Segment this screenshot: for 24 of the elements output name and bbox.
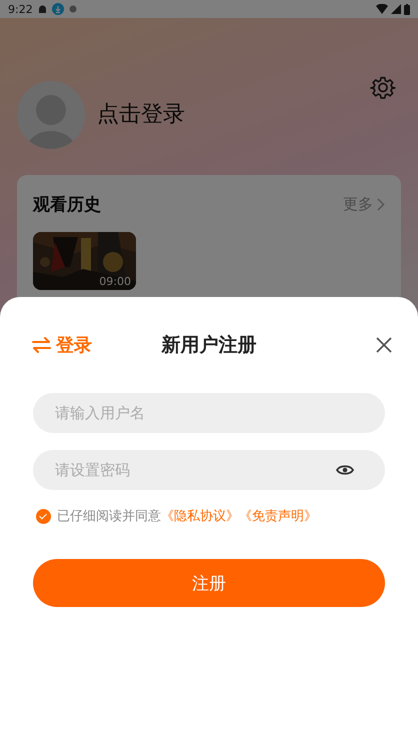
signal-icon (391, 4, 401, 14)
android-icon (38, 5, 47, 13)
login-switch-link[interactable]: 登录 (32, 333, 92, 357)
swap-icon (32, 337, 51, 353)
register-button[interactable]: 注册 (33, 559, 385, 607)
close-icon[interactable] (376, 337, 392, 353)
sheet-title: 新用户注册 (162, 333, 256, 358)
agreement-text: 已仔细阅读并同意《隐私协议》《免责声明》 (57, 508, 317, 525)
history-title: 观看历史 (33, 194, 101, 216)
settings-icon[interactable] (370, 75, 396, 101)
password-field[interactable]: 请设置密码 (33, 450, 385, 490)
wifi-icon (376, 4, 388, 14)
status-time: 9:22 (8, 2, 33, 16)
chevron-icon (377, 198, 385, 211)
download-icon (52, 3, 64, 15)
eye-icon[interactable] (336, 464, 354, 476)
battery-icon (404, 4, 410, 14)
login-prompt[interactable]: 点击登录 (97, 99, 185, 129)
video-thumbnail[interactable]: 09:00 (33, 232, 136, 290)
agreement-checkbox[interactable] (36, 508, 51, 524)
agreement-link[interactable]: 《免责声明》 (239, 509, 317, 524)
video-duration: 09:00 (99, 275, 131, 288)
username-field[interactable]: 请输入用户名 (33, 393, 385, 433)
agreement-link[interactable]: 《隐私协议》 (161, 509, 239, 524)
